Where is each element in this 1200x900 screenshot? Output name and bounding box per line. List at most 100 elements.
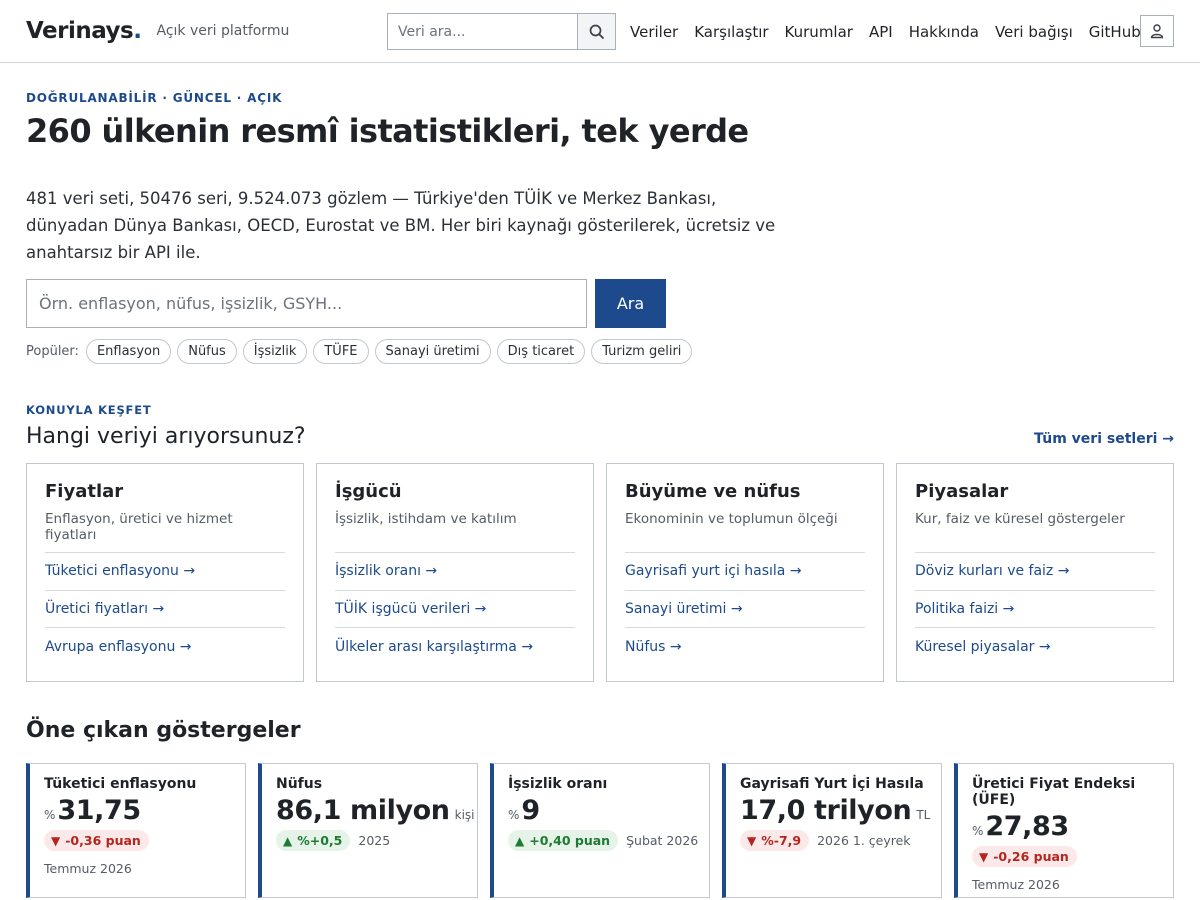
change-badge: ▲ +0,40 puan <box>508 830 619 851</box>
all-datasets-link[interactable]: Tüm veri setleri → <box>1034 431 1174 447</box>
explore-eyebrow: KONUYLA KEŞFET <box>26 403 152 417</box>
nav-hakkinda[interactable]: Hakkında <box>909 23 979 41</box>
card-subtitle: İşsizlik, istihdam ve katılım <box>335 511 517 527</box>
change-badge: ▲ %+0,5 <box>276 830 351 851</box>
hero-description: 481 veri seti, 50476 seri, 9.524.073 göz… <box>26 189 776 262</box>
topic-card-buyume-ve-nufus: Büyüme ve nüfus Ekonominin ve toplumun ö… <box>606 463 884 682</box>
change-badge: ▼ %-7,9 <box>740 830 810 851</box>
popular-label: Popüler: <box>26 344 79 359</box>
indicator-period: Temmuz 2026 <box>972 877 1060 892</box>
tagline: Açık veri platformu <box>156 23 290 39</box>
card-link[interactable]: Ülkeler arası karşılaştırma → <box>335 628 575 666</box>
card-link[interactable]: İşsizlik oranı → <box>335 553 575 591</box>
card-link[interactable]: Döviz kurları ve faiz → <box>915 553 1155 591</box>
triangle-down-icon: ▼ <box>747 833 757 848</box>
popular-chip-issizlik[interactable]: İşsizlik <box>242 339 308 364</box>
change-badge: ▼ -0,26 puan <box>972 846 1077 867</box>
popular-chip-tufe[interactable]: TÜFE <box>313 339 369 364</box>
card-link[interactable]: Küresel piyasalar → <box>915 628 1155 666</box>
card-link[interactable]: Tüketici enflasyonu → <box>45 553 285 591</box>
topic-card-isgucu: İşgücü İşsizlik, istihdam ve katılım İşs… <box>316 463 594 682</box>
nav-karsilastir[interactable]: Karşılaştır <box>694 23 768 41</box>
triangle-up-icon: ▲ <box>283 833 293 848</box>
change-value: %-7,9 <box>761 833 802 848</box>
triangle-down-icon: ▼ <box>51 833 61 848</box>
page-title: 260 ülkenin resmî istatistikleri, tek ye… <box>26 112 749 150</box>
card-link[interactable]: Avrupa enflasyonu → <box>45 628 285 666</box>
indicator-value: 9 <box>521 795 540 826</box>
popular-chip-nufus[interactable]: Nüfus <box>177 339 237 364</box>
indicator-period: 2026 1. çeyrek <box>817 833 911 848</box>
header-search-button[interactable] <box>577 14 615 49</box>
indicator-cards: Tüketici enflasyonu % 31,75 ▼ -0,36 puan … <box>26 763 1174 898</box>
hero-eyebrow: DOĞRULANABİLİR · GÜNCEL · AÇIK <box>26 91 283 105</box>
card-subtitle: Ekonominin ve toplumun ölçeği <box>625 511 838 527</box>
indicator-period: Temmuz 2026 <box>44 861 132 876</box>
nav-github[interactable]: GitHub <box>1089 23 1141 41</box>
popular-chip-enflasyon[interactable]: Enflasyon <box>85 339 172 364</box>
indicator-prefix: % <box>972 824 984 838</box>
card-link[interactable]: Politika faizi → <box>915 591 1155 628</box>
logo-text: Verinays <box>26 18 134 44</box>
user-icon <box>1150 24 1164 39</box>
indicator-card-gsyh[interactable]: Gayrisafi Yurt İçi Hasıla 17,0 trilyon T… <box>722 763 942 898</box>
explore-title: Hangi veriyi arıyorsunuz? <box>26 424 306 449</box>
main-search-button[interactable]: Ara <box>595 279 666 328</box>
card-title: Piyasalar <box>915 481 1009 502</box>
header-search-input[interactable]: Veri ara... <box>388 14 577 49</box>
indicator-unit: TL <box>916 808 931 822</box>
indicator-name: İşsizlik oranı <box>508 776 608 792</box>
card-title: Fiyatlar <box>45 481 124 502</box>
card-title: İşgücü <box>335 481 402 502</box>
card-link[interactable]: Nüfus → <box>625 628 865 666</box>
indicator-period: 2025 <box>358 833 391 848</box>
nav-kurumlar[interactable]: Kurumlar <box>785 23 853 41</box>
indicator-unit: kişi <box>454 808 475 822</box>
indicator-value: 31,75 <box>57 795 141 826</box>
nav-veri-bagisi[interactable]: Veri bağışı <box>995 23 1073 41</box>
indicator-card-ufe[interactable]: Üretici Fiyat Endeksi (ÜFE) % 27,83 ▼ -0,… <box>954 763 1174 898</box>
popular-chip-sanayi-uretimi[interactable]: Sanayi üretimi <box>374 339 491 364</box>
logo[interactable]: Verinays. <box>26 18 142 44</box>
popular-searches: Popüler: Enflasyon Nüfus İşsizlik TÜFE S… <box>26 339 698 364</box>
change-value: -0,26 puan <box>993 849 1069 864</box>
triangle-down-icon: ▼ <box>979 849 989 864</box>
indicator-card-issizlik[interactable]: İşsizlik oranı % 9 ▲ +0,40 puan Şubat 202… <box>490 763 710 898</box>
popular-chip-dis-ticaret[interactable]: Dış ticaret <box>496 339 586 364</box>
nav-veriler[interactable]: Veriler <box>630 23 678 41</box>
indicator-card-nufus[interactable]: Nüfus 86,1 milyon kişi ▲ %+0,5 2025 <box>258 763 478 898</box>
nav-api[interactable]: API <box>869 23 893 41</box>
main-nav: Veriler Karşılaştır Kurumlar API Hakkınd… <box>630 0 1157 63</box>
indicators-title: Öne çıkan göstergeler <box>26 718 301 743</box>
search-icon <box>589 24 604 39</box>
change-badge: ▼ -0,36 puan <box>44 830 149 851</box>
card-link[interactable]: TÜİK işgücü verileri → <box>335 591 575 628</box>
indicator-name: Gayrisafi Yurt İçi Hasıla <box>740 776 924 792</box>
indicator-period: Şubat 2026 <box>626 833 699 848</box>
card-link[interactable]: Üretici fiyatları → <box>45 591 285 628</box>
change-value: %+0,5 <box>297 833 343 848</box>
indicator-prefix: % <box>508 808 520 822</box>
indicator-card-tufe[interactable]: Tüketici enflasyonu % 31,75 ▼ -0,36 puan … <box>26 763 246 898</box>
change-value: +0,40 puan <box>529 833 611 848</box>
site-header: Verinays. Açık veri platformu Veri ara..… <box>0 0 1200 63</box>
card-subtitle: Enflasyon, üretici ve hizmet fiyatları <box>45 511 233 543</box>
indicator-name: Tüketici enflasyonu <box>44 776 197 792</box>
change-value: -0,36 puan <box>65 833 141 848</box>
card-link[interactable]: Sanayi üretimi → <box>625 591 865 628</box>
card-title: Büyüme ve nüfus <box>625 481 801 502</box>
account-button[interactable] <box>1140 15 1174 47</box>
topic-card-piyasalar: Piyasalar Kur, faiz ve küresel göstergel… <box>896 463 1174 682</box>
indicator-name: Üretici Fiyat Endeksi (ÜFE) <box>972 776 1136 808</box>
main-search-input[interactable]: Örn. enflasyon, nüfus, işsizlik, GSYH... <box>26 279 587 328</box>
indicator-prefix: % <box>44 808 56 822</box>
indicator-name: Nüfus <box>276 776 323 792</box>
card-link[interactable]: Gayrisafi yurt içi hasıla → <box>625 553 865 591</box>
logo-dot: . <box>133 18 142 44</box>
topic-card-fiyatlar: Fiyatlar Enflasyon, üretici ve hizmet fi… <box>26 463 304 682</box>
header-search: Veri ara... <box>387 13 616 50</box>
indicator-value: 27,83 <box>985 811 1069 842</box>
topic-cards: Fiyatlar Enflasyon, üretici ve hizmet fi… <box>26 463 1174 682</box>
card-subtitle: Kur, faiz ve küresel göstergeler <box>915 511 1125 527</box>
popular-chip-turizm-geliri[interactable]: Turizm geliri <box>591 339 693 364</box>
